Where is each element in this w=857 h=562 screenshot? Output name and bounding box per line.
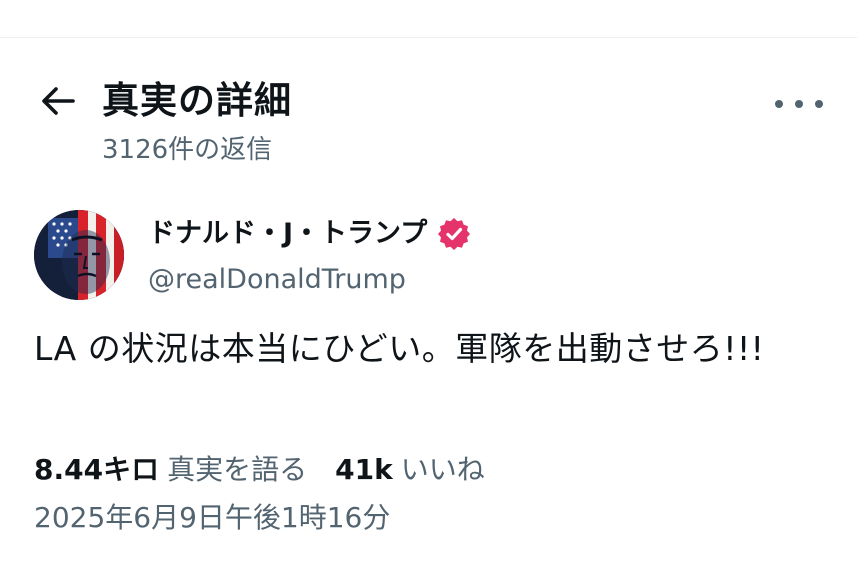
retruths-link[interactable]: 8.44キロ 真実を語る	[34, 450, 307, 490]
arrow-left-icon	[42, 87, 75, 115]
likes-count: 41k	[335, 453, 393, 486]
back-button[interactable]	[36, 81, 80, 121]
avatar[interactable]	[34, 210, 124, 300]
likes-label: いいね	[400, 453, 485, 486]
page-title: 真実の詳細	[102, 79, 292, 122]
author-name: ドナルド・J・トランプ	[148, 218, 428, 249]
post-timestamp: 2025年6月9日午後1時16分	[34, 501, 391, 534]
avatar-image	[34, 210, 124, 300]
ellipsis-dot	[795, 100, 803, 108]
verified-badge-icon	[438, 218, 471, 250]
ellipsis-dot	[815, 100, 823, 108]
likes-link[interactable]: 41k いいね	[335, 450, 485, 490]
top-divider	[0, 37, 857, 38]
retruths-label: 真実を語る	[167, 453, 308, 486]
page-header: 真実の詳細	[0, 70, 857, 130]
post-stats: 8.44キロ 真実を語る 41k いいね	[34, 450, 485, 490]
ellipsis-horizontal-icon	[775, 100, 783, 108]
more-options-button[interactable]	[775, 88, 823, 120]
post-body: LA の状況は本当にひどい。軍隊を出動させろ!!!	[34, 329, 765, 368]
reply-count: 3126件の返信	[102, 135, 273, 165]
author-name-row[interactable]: ドナルド・J・トランプ	[148, 214, 471, 254]
author-handle[interactable]: @realDonaldTrump	[148, 261, 406, 299]
retruths-count: 8.44キロ	[34, 453, 160, 486]
